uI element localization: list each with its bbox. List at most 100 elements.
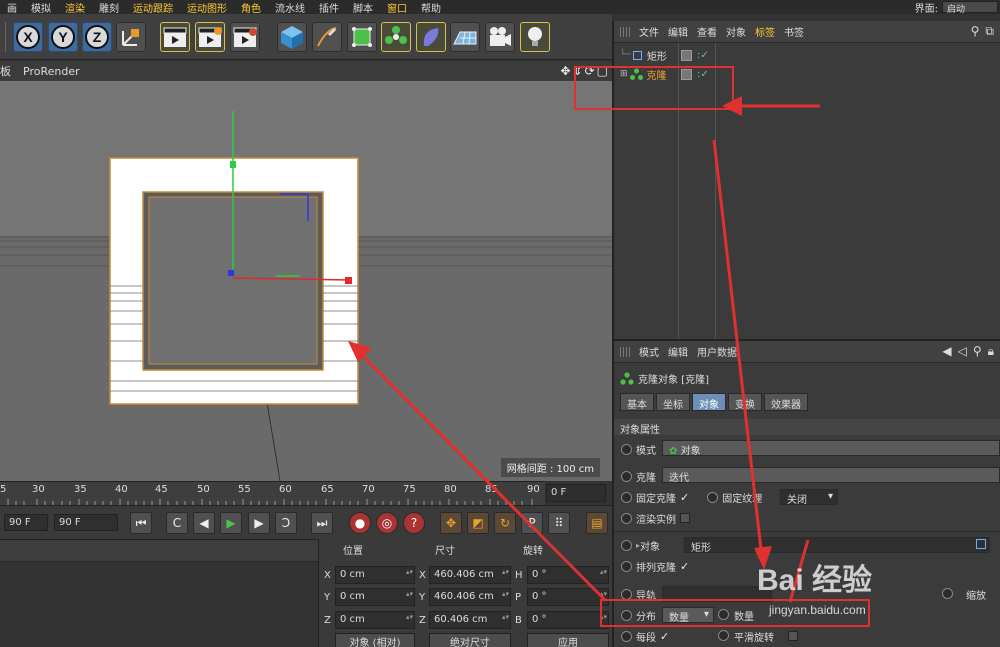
render-instance-checkbox[interactable] xyxy=(680,513,690,523)
rot-p-field[interactable]: 0 ° xyxy=(527,588,609,606)
menu-item-window[interactable]: 窗口 xyxy=(380,0,414,15)
size-x-field[interactable]: 460.406 cm xyxy=(429,566,511,584)
om-menu-tags[interactable]: 标签 xyxy=(755,24,775,39)
panel-grip-icon[interactable] xyxy=(620,26,630,37)
menu-item-render[interactable]: 渲染 xyxy=(58,0,92,15)
current-frame-field[interactable]: 0 F xyxy=(546,484,606,502)
keyframe-selection-icon[interactable]: ? xyxy=(403,512,425,534)
layout-select[interactable]: 启动 xyxy=(942,1,998,15)
anim-radio[interactable] xyxy=(621,539,632,551)
subdivision-button[interactable] xyxy=(347,22,377,52)
anim-radio[interactable] xyxy=(621,470,632,482)
panel-grip-icon[interactable] xyxy=(620,346,630,357)
camera-button[interactable] xyxy=(485,22,515,52)
next-frame-button[interactable]: ▶ xyxy=(248,512,270,534)
menu-item-mograph[interactable]: 运动图形 xyxy=(180,0,234,15)
arrange-clones-checkbox[interactable]: ✓ xyxy=(680,560,689,573)
render-view-button[interactable] xyxy=(160,22,190,52)
pos-x-field[interactable]: 0 cm xyxy=(335,566,415,584)
object-name[interactable]: 矩形 xyxy=(647,48,667,63)
render-settings-button[interactable] xyxy=(230,22,260,52)
size-z-field[interactable]: 60.406 cm xyxy=(429,611,511,629)
tab-effectors[interactable]: 效果器 xyxy=(764,393,808,411)
clone-mode-dropdown[interactable]: 迭代 xyxy=(662,467,1000,484)
new-window-icon[interactable]: ⧉ xyxy=(985,24,994,39)
viewport-panel-label[interactable]: 板 xyxy=(0,63,11,79)
am-menu-edit[interactable]: 编辑 xyxy=(668,344,688,359)
object-row-rectangle[interactable]: └─ 矩形 :✓ xyxy=(614,46,1000,64)
am-menu-userdata[interactable]: 用户数据 xyxy=(697,344,737,359)
search-icon[interactable]: ⚲ xyxy=(973,344,982,359)
menu-item-sculpt[interactable]: 雕刻 xyxy=(92,0,126,15)
lock-icon[interactable]: 🔒︎ xyxy=(988,344,994,359)
anim-radio[interactable] xyxy=(621,443,632,455)
render-picture-viewer-button[interactable] xyxy=(195,22,225,52)
point-level-icon[interactable]: ⠿ xyxy=(548,512,570,534)
go-to-end-button[interactable]: ⏭ xyxy=(311,512,333,534)
menu-item-simulate[interactable]: 模拟 xyxy=(24,0,58,15)
preview-min-field[interactable]: 90 F xyxy=(4,514,48,531)
move-view-icon[interactable]: ✥ xyxy=(560,64,570,78)
om-menu-file[interactable]: 文件 xyxy=(639,24,659,39)
anim-radio[interactable] xyxy=(621,630,632,642)
go-to-start-button[interactable]: ⏮ xyxy=(130,512,152,534)
lock-z-button[interactable]: Z xyxy=(82,22,112,52)
back-arrow-icon[interactable]: ◀ xyxy=(942,344,951,359)
tab-coord[interactable]: 坐标 xyxy=(656,393,690,411)
fix-clone-checkbox[interactable]: ✓ xyxy=(680,491,689,504)
menu-item-script[interactable]: 脚本 xyxy=(346,0,380,15)
preview-max-field[interactable]: 90 F xyxy=(54,514,118,531)
record-keys-icon[interactable]: ● xyxy=(349,512,371,534)
lock-x-button[interactable]: X xyxy=(13,22,43,52)
anim-radio[interactable] xyxy=(621,588,632,600)
fix-texture-dropdown[interactable]: 关闭 ▾ xyxy=(780,489,838,506)
cloner-button[interactable] xyxy=(381,22,411,52)
search-icon[interactable]: ⚲ xyxy=(971,24,980,39)
tab-object[interactable]: 对象 xyxy=(692,393,726,411)
timeline-ruler[interactable]: 5 30 35 40 45 50 55 60 65 70 75 80 85 90 xyxy=(0,481,545,505)
size-y-field[interactable]: 460.406 cm xyxy=(429,588,511,606)
play-button[interactable]: ▶ xyxy=(220,512,242,534)
anim-radio[interactable] xyxy=(621,560,632,572)
apply-button[interactable]: 应用 xyxy=(527,633,609,647)
size-mode-dropdown[interactable]: 绝对尺寸 xyxy=(429,633,511,647)
pos-y-field[interactable]: 0 cm xyxy=(335,588,415,606)
coord-mode-dropdown[interactable]: 对象 (相对) xyxy=(335,633,415,647)
each-segment-checkbox[interactable]: ✓ xyxy=(660,630,669,643)
coordinate-system-button[interactable] xyxy=(116,22,146,52)
move-key-icon[interactable]: ✥ xyxy=(440,512,462,534)
menu-item-character[interactable]: 角色 xyxy=(234,0,268,15)
om-menu-view[interactable]: 查看 xyxy=(697,24,717,39)
rotate-key-icon[interactable]: ↻ xyxy=(494,512,516,534)
menu-item[interactable]: 画 xyxy=(0,0,24,15)
prorender-menu[interactable]: ProRender xyxy=(23,65,80,78)
floor-button[interactable] xyxy=(450,22,480,52)
prev-frame-button[interactable]: ◀ xyxy=(193,512,215,534)
mode-dropdown[interactable]: ✿ 对象 xyxy=(662,440,1000,457)
menu-item-help[interactable]: 帮助 xyxy=(414,0,448,15)
anim-radio[interactable] xyxy=(718,630,729,641)
pos-z-field[interactable]: 0 cm xyxy=(335,611,415,629)
viewport[interactable]: 网格间距 : 100 cm xyxy=(0,81,612,481)
rot-h-field[interactable]: 0 ° xyxy=(527,566,609,584)
pen-spline-button[interactable] xyxy=(312,22,342,52)
deformer-button[interactable] xyxy=(416,22,446,52)
scale-key-icon[interactable]: ◩ xyxy=(467,512,489,534)
am-menu-mode[interactable]: 模式 xyxy=(639,344,659,359)
menu-item-pipeline[interactable]: 流水线 xyxy=(268,0,312,15)
next-key-button[interactable]: Ↄ xyxy=(275,512,297,534)
layer-tag-icon[interactable] xyxy=(681,49,692,61)
rot-b-field[interactable]: 0 ° xyxy=(527,611,609,629)
om-menu-bookmarks[interactable]: 书签 xyxy=(784,24,804,39)
om-menu-edit[interactable]: 编辑 xyxy=(668,24,688,39)
menu-item-motion-tracking[interactable]: 运动跟踪 xyxy=(126,0,180,15)
tab-basic[interactable]: 基本 xyxy=(620,393,654,411)
tab-transform[interactable]: 变换 xyxy=(728,393,762,411)
timeline-window-icon[interactable]: ▤ xyxy=(586,512,608,534)
menu-item-plugins[interactable]: 插件 xyxy=(312,0,346,15)
anim-radio[interactable] xyxy=(707,491,719,503)
anim-radio[interactable] xyxy=(621,491,632,503)
cube-button[interactable] xyxy=(277,22,307,52)
anim-radio[interactable] xyxy=(621,512,632,524)
visibility-check-icon[interactable]: :✓ xyxy=(697,50,709,61)
